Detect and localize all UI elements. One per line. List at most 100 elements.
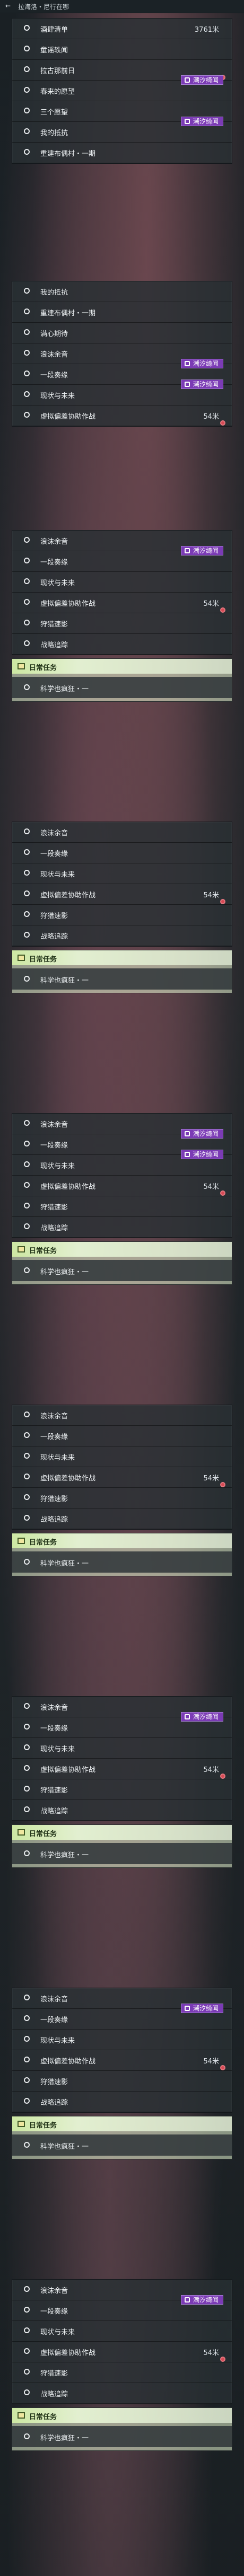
- quest-row[interactable]: 狩猎速影: [12, 613, 232, 634]
- daily-task-item[interactable]: 科学也疯狂・一: [12, 2134, 232, 2156]
- quest-row[interactable]: 虚拟偏差协助作战 54米: [12, 1467, 232, 1488]
- quest-name: 现状与未来: [40, 871, 75, 879]
- quest-row[interactable]: 战略追踪: [12, 1508, 232, 1529]
- daily-task-name: 科学也疯狂・一: [40, 1560, 89, 1568]
- daily-task-header: 日常任务: [12, 2116, 232, 2131]
- daily-task-item[interactable]: 科学也疯狂・一: [12, 677, 232, 698]
- event-tag-label: 潮汐绮闻: [193, 2296, 219, 2304]
- daily-task-title: 日常任务: [29, 2122, 57, 2130]
- quest-row[interactable]: 酒肆清单 3761米: [12, 19, 232, 39]
- quest-row[interactable]: 虚拟偏差协助作战 54米: [12, 884, 232, 905]
- event-tag-icon: [184, 361, 190, 366]
- quest-row[interactable]: 虚拟偏差协助作战 54米: [12, 1176, 232, 1196]
- event-tag-icon: [184, 1152, 190, 1157]
- quest-status-icon: [24, 1786, 30, 1792]
- quest-row[interactable]: 我的抵抗 潮汐绮闻: [12, 117, 232, 143]
- daily-task-header: 日常任务: [12, 1242, 232, 1257]
- daily-task-header: 日常任务: [12, 950, 232, 965]
- quest-row[interactable]: 浪沫余音: [12, 1405, 232, 1426]
- quest-row[interactable]: 狩猎速影: [12, 1196, 232, 1217]
- quest-status-icon: [24, 911, 30, 917]
- quest-name: 一段奏缘: [40, 372, 68, 380]
- daily-task-icon: [18, 663, 25, 669]
- quest-distance: 54米: [203, 1766, 219, 1774]
- quest-row[interactable]: 战略追踪: [12, 1800, 232, 1821]
- daily-task-name: 科学也疯狂・一: [40, 2434, 89, 2442]
- quest-row[interactable]: 狩猎速影: [12, 2071, 232, 2092]
- daily-task-header: 日常任务: [12, 1533, 232, 1548]
- back-arrow-icon[interactable]: ←: [5, 2, 11, 10]
- quest-status-icon: [24, 558, 30, 563]
- quest-row[interactable]: 一段奏缘 潮汐绮闻: [12, 1712, 232, 1738]
- event-tag-label: 潮汐绮闻: [193, 360, 219, 367]
- daily-task-title: 日常任务: [29, 2413, 57, 2421]
- quest-row[interactable]: 狩猎速影: [12, 905, 232, 925]
- quest-row[interactable]: 虚拟偏差协助作战 54米: [12, 2050, 232, 2071]
- quest-row[interactable]: 一段奏缘: [12, 1426, 232, 1446]
- quest-row[interactable]: 现状与未来 潮汐绮闻: [12, 380, 232, 405]
- daily-task-item[interactable]: 科学也疯狂・一: [12, 1260, 232, 1281]
- quest-row[interactable]: 战略追踪: [12, 2383, 232, 2404]
- quest-row[interactable]: 现状与未来: [12, 572, 232, 593]
- quest-row[interactable]: 虚拟偏差协助作战 54米: [12, 1759, 232, 1779]
- quest-row[interactable]: 一段奏缘: [12, 843, 232, 863]
- quest-row[interactable]: 战略追踪: [12, 634, 232, 655]
- quest-distance: 3761米: [194, 26, 219, 34]
- event-tag-icon: [184, 119, 190, 124]
- quest-row[interactable]: 现状与未来: [12, 863, 232, 884]
- daily-task-icon: [18, 1246, 25, 1252]
- quest-status-icon: [24, 1995, 30, 2000]
- event-tag: 潮汐绮闻: [180, 1150, 223, 1159]
- event-tag-icon: [184, 1714, 190, 1719]
- quest-row[interactable]: 现状与未来 潮汐绮闻: [12, 1150, 232, 1176]
- quest-status-icon: [24, 87, 30, 93]
- daily-task-item[interactable]: 科学也疯狂・一: [12, 968, 232, 990]
- quest-row[interactable]: 春来的愿望 潮汐绮闻: [12, 75, 232, 101]
- quest-row[interactable]: 现状与未来: [12, 1446, 232, 1467]
- quest-row[interactable]: 浪沫余音: [12, 822, 232, 843]
- quest-row[interactable]: 现状与未来: [12, 2321, 232, 2342]
- quest-row[interactable]: 虚拟偏差协助作战 54米: [12, 2342, 232, 2362]
- quest-row[interactable]: 狩猎速影: [12, 1779, 232, 1800]
- quest-status-icon: [24, 640, 30, 646]
- daily-task-name: 科学也疯狂・一: [40, 1851, 89, 1859]
- quest-row[interactable]: 我的抵抗: [12, 281, 232, 302]
- quest-name: 拉古那前日: [40, 67, 75, 75]
- quest-row[interactable]: 一段奏缘 潮汐绮闻: [12, 2295, 232, 2321]
- quest-row[interactable]: 现状与未来: [12, 1738, 232, 1759]
- alert-dot-icon: [220, 2065, 225, 2070]
- quest-status-icon: [24, 1161, 30, 1167]
- quest-row[interactable]: 狩猎速影: [12, 2362, 232, 2383]
- daily-task-icon: [18, 2121, 25, 2127]
- quest-row[interactable]: 狩猎速影: [12, 1488, 232, 1508]
- daily-task-header: 日常任务: [12, 2408, 232, 2423]
- quest-row[interactable]: 童谣轶闻: [12, 39, 232, 60]
- quest-row[interactable]: 战略追踪: [12, 925, 232, 946]
- daily-task-name: 科学也疯狂・一: [40, 1268, 89, 1276]
- quest-name: 浪沫余音: [40, 1996, 68, 2004]
- daily-task-item[interactable]: 科学也疯狂・一: [12, 1843, 232, 1864]
- quest-row[interactable]: 重建布偶村・一期: [12, 302, 232, 323]
- quest-section: 我的抵抗 重建布偶村・一期 满心期待 浪沫余音 一段奏缘 潮汐绮闻 现状与未来 潮汐绮闻 虚拟偏…: [12, 281, 232, 427]
- quest-name: 战略追踪: [40, 2390, 68, 2398]
- quest-status-icon: [24, 370, 30, 376]
- quest-status-icon: [24, 1203, 30, 1208]
- quest-row[interactable]: 战略追踪: [12, 2092, 232, 2112]
- quest-row[interactable]: 虚拟偏差协助作战 54米: [12, 405, 232, 426]
- quest-row[interactable]: 战略追踪: [12, 1217, 232, 1238]
- quest-row[interactable]: 满心期待: [12, 323, 232, 343]
- quest-row[interactable]: 重建布偶村・一期: [12, 143, 232, 163]
- daily-task-item[interactable]: 科学也疯狂・一: [12, 2426, 232, 2447]
- alert-dot-icon: [220, 607, 225, 613]
- quest-row[interactable]: 现状与未来: [12, 2030, 232, 2050]
- event-tag-label: 潮汐绮闻: [193, 1151, 219, 1158]
- quest-row[interactable]: 虚拟偏差协助作战 54米: [12, 593, 232, 613]
- quest-name: 战略追踪: [40, 2099, 68, 2107]
- quest-status-icon: [24, 890, 30, 896]
- daily-task-item[interactable]: 科学也疯狂・一: [12, 1551, 232, 1573]
- quest-row[interactable]: 一段奏缘 潮汐绮闻: [12, 2004, 232, 2030]
- quest-section: 浪沫余音 一段奏缘 潮汐绮闻 现状与未来 潮汐绮闻 虚拟偏差协助作战 54米 狩猎速影 战略追踪: [12, 1113, 232, 1238]
- quest-status-icon: [24, 1806, 30, 1812]
- event-tag: 潮汐绮闻: [180, 117, 223, 126]
- quest-row[interactable]: 一段奏缘 潮汐绮闻: [12, 546, 232, 572]
